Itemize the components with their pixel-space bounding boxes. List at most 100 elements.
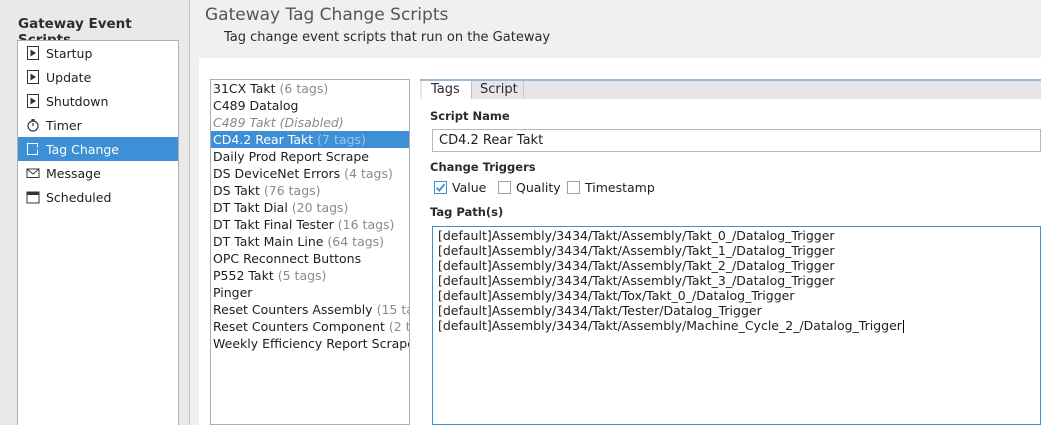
tag-path-line: [default]Assembly/3434/Takt/Tox/Takt_0_/… [438,288,1035,303]
script-name: Pinger [213,285,253,300]
script-tag-count: (6 tags) [279,81,329,96]
change-triggers-label: Change Triggers [430,160,536,174]
script-list-item[interactable]: DS DeviceNet Errors (4 tags) [211,165,409,182]
script-name: Reset Counters Component [213,319,385,334]
script-list-item[interactable]: DT Takt Dial (20 tags) [211,199,409,216]
quality-trigger-checkbox[interactable]: Quality [498,180,561,195]
page-subtitle: Tag change event scripts that run on the… [224,30,551,45]
script-name: DS Takt [213,183,260,198]
script-name: DT Takt Final Tester [213,217,334,232]
timer-icon [26,118,40,132]
nav-item-message[interactable]: Message [18,161,178,185]
play-doc-icon [26,94,40,108]
nav-item-label: Message [46,165,101,181]
text-caret [902,320,904,333]
script-list-item[interactable]: Pinger [211,284,409,301]
nav-item-label: Startup [46,45,93,61]
nav-item-label: Tag Change [46,141,119,157]
nav-item-label: Scheduled [46,189,112,205]
script-name: DS DeviceNet Errors [213,166,341,181]
tag-path-text: [default]Assembly/3434/Takt/Assembly/Mac… [438,318,902,333]
tag-path-line: [default]Assembly/3434/Takt/Assembly/Tak… [438,243,1035,258]
tag-path-line: [default]Assembly/3434/Takt/Assembly/Tak… [438,258,1035,273]
script-name: DT Takt Dial [213,200,288,215]
nav-item-timer[interactable]: Timer [18,113,178,137]
checkbox-checked-icon [434,181,447,194]
script-list-item[interactable]: C489 Takt (Disabled) [211,114,409,131]
script-list-item[interactable]: 31CX Takt (6 tags) [211,80,409,97]
nav-item-label: Update [46,69,92,85]
editor-tab-bar: Tags Script [420,79,1041,100]
calendar-icon [26,190,40,204]
tag-path-line: [default]Assembly/3434/Takt/Assembly/Tak… [438,273,1035,288]
script-list-item[interactable]: DS Takt (76 tags) [211,182,409,199]
value-trigger-label: Value [452,180,487,195]
tag-path-text: [default]Assembly/3434/Takt/Tester/Datal… [438,303,762,318]
tag-change-script-list[interactable]: 31CX Takt (6 tags) C489 Datalog C489 Takt … [210,79,410,425]
script-name: Daily Prod Report Scrape [213,149,369,164]
tag-path-text: [default]Assembly/3434/Takt/Assembly/Tak… [438,243,835,258]
nav-item-label: Timer [46,117,82,133]
tag-change-icon [26,142,40,156]
script-tag-count: (5 tags) [277,268,327,283]
script-tag-count: (15 ta [376,302,409,317]
timestamp-trigger-checkbox[interactable]: Timestamp [567,180,655,195]
nav-item-startup[interactable]: Startup [18,41,178,65]
script-list-item[interactable]: P552 Takt (5 tags) [211,267,409,284]
script-list-item[interactable]: DT Takt Main Line (64 tags) [211,233,409,250]
script-list-item[interactable]: C489 Datalog [211,97,409,114]
page-title: Gateway Tag Change Scripts [205,5,449,25]
quality-trigger-label: Quality [516,180,561,195]
tag-path-line: [default]Assembly/3434/Takt/Assembly/Tak… [438,228,1035,243]
script-list-item[interactable]: CD4.2 Rear Takt (7 tags) [211,131,409,148]
script-name-label: Script Name [430,109,510,123]
tag-path-line: [default]Assembly/3434/Takt/Tester/Datal… [438,303,1035,318]
script-list-item[interactable]: Daily Prod Report Scrape [211,148,409,165]
script-name: P552 Takt [213,268,274,283]
event-type-list: Startup Update Shutdown Timer Tag Change Mess… [17,40,179,425]
script-list-item[interactable]: Reset Counters Assembly (15 ta [211,301,409,318]
script-name: Reset Counters Assembly [213,302,373,317]
nav-item-label: Shutdown [46,93,109,109]
envelope-icon [26,166,40,180]
timestamp-trigger-label: Timestamp [585,180,655,195]
tag-path-line: [default]Assembly/3434/Takt/Assembly/Mac… [438,318,1035,333]
nav-item-tag-change[interactable]: Tag Change [18,137,178,161]
script-tag-count: (4 tags) [344,166,393,181]
script-tag-count: (16 tags) [337,217,395,232]
checkbox-unchecked-icon [498,181,511,194]
tag-paths-label: Tag Path(s) [430,205,504,219]
script-name: CD4.2 Rear Takt [213,132,314,147]
script-name: OPC Reconnect Buttons [213,251,362,266]
script-list-item[interactable]: Weekly Efficiency Report Scrape [211,335,409,352]
tag-path-text: [default]Assembly/3434/Takt/Tox/Takt_0_/… [438,288,795,303]
script-name: DT Takt Main Line [213,234,324,249]
tag-path-text: [default]Assembly/3434/Takt/Assembly/Tak… [438,258,835,273]
script-list-item[interactable]: OPC Reconnect Buttons [211,250,409,267]
tag-path-text: [default]Assembly/3434/Takt/Assembly/Tak… [438,273,835,288]
checkbox-unchecked-icon [567,181,580,194]
script-list-item[interactable]: DT Takt Final Tester (16 tags) [211,216,409,233]
script-name-field[interactable]: CD4.2 Rear Takt [432,129,1041,152]
script-tag-count: (7 tags) [317,132,366,147]
play-doc-icon [26,46,40,60]
script-tag-count: (2 t [388,319,410,334]
script-name: 31CX Takt [213,81,276,96]
tag-paths-textarea[interactable]: [default]Assembly/3434/Takt/Assembly/Tak… [432,226,1041,425]
nav-item-shutdown[interactable]: Shutdown [18,89,178,113]
script-tag-count: (20 tags) [291,200,349,215]
script-tag-count: (64 tags) [327,234,385,249]
script-tag-count: (76 tags) [263,183,321,198]
tag-path-text: [default]Assembly/3434/Takt/Assembly/Tak… [438,228,835,243]
script-name: Weekly Efficiency Report Scrape [213,336,410,351]
script-list-item[interactable]: Reset Counters Component (2 t [211,318,409,335]
script-name: C489 Takt (Disabled) [213,115,344,130]
value-trigger-checkbox[interactable]: Value [434,180,486,195]
script-name: C489 Datalog [213,98,299,113]
tab-tags[interactable]: Tags [422,81,472,100]
play-doc-icon [26,70,40,84]
tab-script[interactable]: Script [472,81,524,100]
event-scripts-panel: Gateway Event Scripts StartupUpdateShutd… [0,0,190,425]
nav-item-scheduled[interactable]: Scheduled [18,185,178,209]
nav-item-update[interactable]: Update [18,65,178,89]
